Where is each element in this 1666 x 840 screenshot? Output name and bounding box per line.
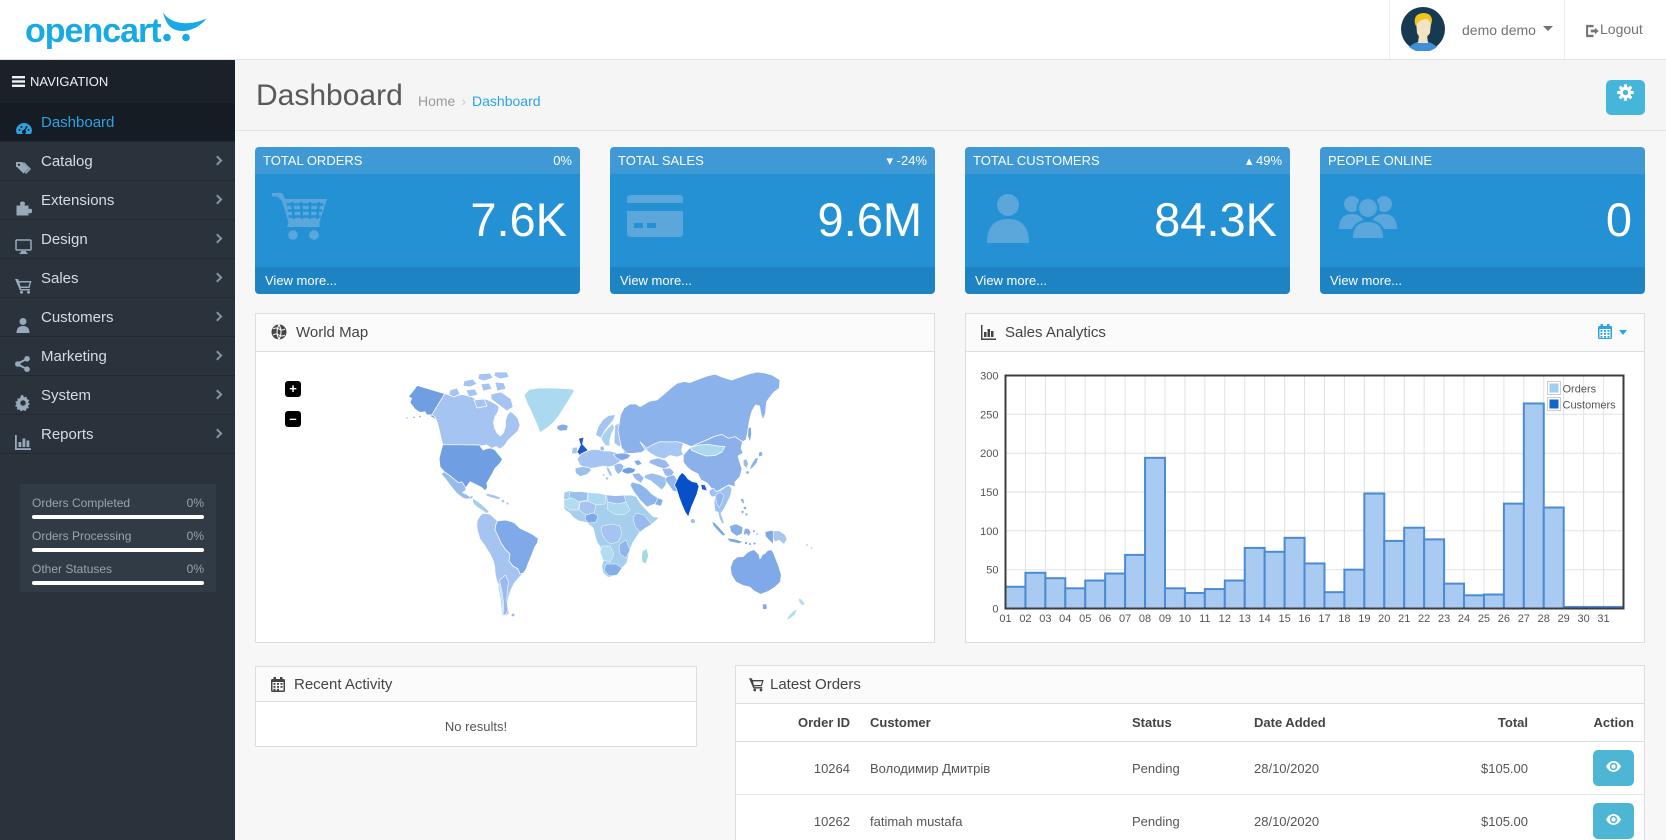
svg-text:31: 31	[1597, 613, 1609, 625]
svg-text:30: 30	[1578, 613, 1590, 625]
svg-text:250: 250	[980, 409, 998, 421]
svg-text:14: 14	[1259, 613, 1271, 625]
svg-text:100: 100	[980, 526, 998, 538]
svg-text:09: 09	[1159, 613, 1171, 625]
svg-text:27: 27	[1518, 613, 1530, 625]
svg-text:26: 26	[1498, 613, 1510, 625]
svg-text:50: 50	[986, 565, 998, 577]
svg-text:0: 0	[992, 604, 998, 616]
svg-text:13: 13	[1239, 613, 1251, 625]
svg-text:20: 20	[1378, 613, 1390, 625]
svg-text:24: 24	[1458, 613, 1470, 625]
svg-text:15: 15	[1278, 613, 1290, 625]
svg-text:07: 07	[1119, 613, 1131, 625]
svg-text:23: 23	[1438, 613, 1450, 625]
svg-text:11: 11	[1199, 613, 1210, 625]
svg-text:12: 12	[1219, 613, 1231, 625]
svg-text:opencart: opencart	[25, 12, 161, 50]
svg-text:28: 28	[1538, 613, 1550, 625]
svg-text:19: 19	[1358, 613, 1370, 625]
svg-text:02: 02	[1019, 613, 1031, 625]
svg-text:18: 18	[1338, 613, 1350, 625]
svg-text:22: 22	[1418, 613, 1430, 625]
svg-text:10: 10	[1179, 613, 1191, 625]
svg-text:01: 01	[999, 613, 1011, 625]
svg-text:Customers: Customers	[1563, 400, 1617, 412]
svg-text:300: 300	[980, 371, 998, 383]
svg-text:150: 150	[980, 487, 998, 499]
svg-text:06: 06	[1099, 613, 1111, 625]
svg-text:17: 17	[1318, 613, 1330, 625]
svg-text:200: 200	[980, 448, 998, 460]
svg-text:21: 21	[1398, 613, 1410, 625]
svg-text:25: 25	[1478, 613, 1490, 625]
svg-text:16: 16	[1298, 613, 1310, 625]
svg-text:29: 29	[1558, 613, 1570, 625]
svg-text:08: 08	[1139, 613, 1151, 625]
svg-text:04: 04	[1059, 613, 1071, 625]
svg-text:03: 03	[1039, 613, 1051, 625]
svg-text:Orders: Orders	[1563, 384, 1597, 396]
svg-text:05: 05	[1079, 613, 1091, 625]
